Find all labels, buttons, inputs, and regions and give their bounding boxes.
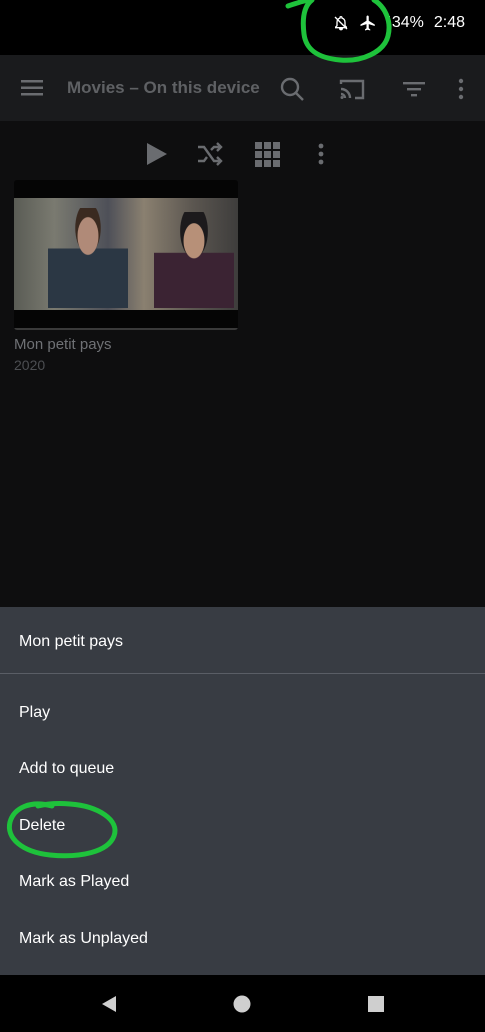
context-menu-title: Mon petit pays (19, 633, 124, 650)
notifications-off-icon (333, 15, 349, 31)
divider (0, 673, 485, 674)
status-icons: 34% 2:48 (333, 14, 465, 32)
shuffle-icon[interactable] (195, 139, 225, 169)
recents-icon[interactable] (365, 993, 387, 1015)
menu-item-add-to-queue[interactable]: Add to queue (19, 760, 114, 778)
watch-progress-bar (14, 328, 238, 330)
library-toolbar (0, 121, 485, 181)
movie-card[interactable]: Mon petit pays 2020 (14, 180, 238, 373)
toolbar-more-vert-icon[interactable] (308, 139, 334, 169)
app-bar: Movies – On this device (0, 55, 485, 121)
battery-icon (386, 16, 390, 30)
poster-figure-left (48, 208, 128, 308)
airplane-mode-icon (359, 14, 377, 32)
menu-item-mark-played[interactable]: Mark as Played (19, 873, 129, 891)
menu-icon[interactable] (18, 74, 48, 102)
grid-view-icon[interactable] (252, 139, 282, 169)
play-icon[interactable] (142, 139, 172, 169)
movie-poster[interactable] (14, 180, 238, 330)
system-nav-bar (0, 975, 485, 1032)
status-bar: 34% 2:48 (0, 0, 485, 55)
menu-item-delete[interactable]: Delete (19, 817, 65, 835)
back-icon[interactable] (98, 993, 120, 1015)
movie-title: Mon petit pays (14, 336, 112, 353)
menu-item-mark-unplayed[interactable]: Mark as Unplayed (19, 930, 148, 948)
poster-figure-right (154, 212, 234, 308)
search-icon[interactable] (278, 75, 306, 103)
cast-icon[interactable] (337, 75, 367, 103)
filter-icon[interactable] (400, 75, 428, 103)
more-vert-icon[interactable] (448, 75, 474, 103)
clock: 2:48 (433, 14, 465, 31)
context-menu-sheet: Mon petit pays Play Add to queue Delete … (0, 607, 485, 975)
page-title: Movies – On this device (67, 78, 260, 97)
movie-year: 2020 (14, 357, 46, 373)
menu-item-play[interactable]: Play (19, 704, 50, 722)
home-icon[interactable] (231, 993, 253, 1015)
battery-percent: 34% (391, 14, 424, 31)
